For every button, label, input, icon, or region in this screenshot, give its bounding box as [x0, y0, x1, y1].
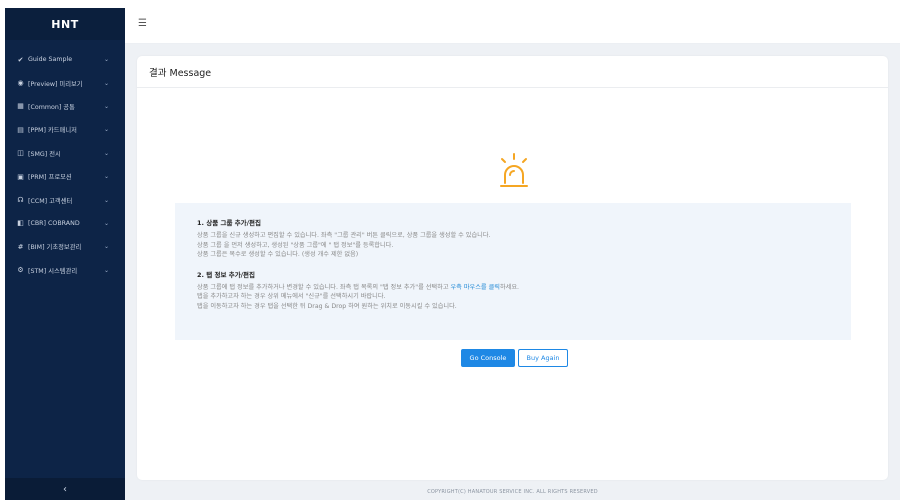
chevron-down-icon: ⌄	[103, 102, 109, 110]
chevron-down-icon: ⌄	[103, 243, 109, 251]
cobrand-icon: ◧	[17, 219, 24, 228]
sidebar-item-label: [STM] 시스템관리	[28, 267, 78, 275]
action-buttons: Go Console Buy Again	[461, 349, 568, 367]
section-title: 1. 상품 그룹 추가/편집	[197, 219, 261, 227]
sidebar-item-label: Guide Sample	[28, 56, 73, 64]
info-line: 상품 그룹은 복수로 생성할 수 있습니다. (생성 개수 제한 없음)	[197, 251, 359, 258]
sidebar-item-label: [SMG] 전시	[28, 150, 61, 158]
grid-icon: ▦	[17, 102, 24, 111]
check-icon: ✔	[17, 55, 24, 64]
sidebar-item-cbr[interactable]: ◧ [CBR] COBRAND ⌄	[5, 212, 125, 235]
sidebar-item-smg[interactable]: ◫ [SMG] 전시 ⌄	[5, 142, 125, 165]
buy-again-button[interactable]: Buy Again	[518, 349, 568, 367]
page-title: 결과 Message	[137, 56, 888, 88]
sidebar-item-label: [CCM] 고객센터	[28, 197, 73, 205]
menu-toggle-icon[interactable]: ☰	[138, 18, 147, 29]
result-card: 결과 Message 1. 상품 그룹 추가/편집 상품 그룹을 신규 생성하고…	[137, 56, 888, 480]
card-icon: ▤	[17, 125, 24, 134]
info-line: 상품 그룹에 탭 정보를 추가하거나 변경할 수 있습니다. 좌측 탭 목록의 …	[197, 283, 851, 293]
sidebar-item-common[interactable]: ▦ [Common] 공통 ⌄	[5, 95, 125, 118]
go-console-button[interactable]: Go Console	[461, 349, 515, 367]
info-line: 탭을 이동하고자 하는 경우 탭을 선택한 뒤 Drag & Drop 하여 원…	[197, 302, 457, 310]
info-text: 상품 그룹에 탭 정보를 추가하거나 변경할 수 있습니다. 좌측 탭 목록의 …	[197, 283, 451, 291]
footer-copyright: COPYRIGHT(C) HANATOUR SERVICE INC. ALL R…	[427, 489, 598, 495]
sidebar-item-ppm[interactable]: ▤ [PPM] 카드매니저 ⌄	[5, 118, 125, 141]
chevron-down-icon: ⌄	[103, 219, 109, 227]
sidebar-collapse-button[interactable]: ‹	[5, 478, 125, 500]
sidebar-item-prm[interactable]: ▣ [PRM] 프로모션 ⌄	[5, 165, 125, 188]
chevron-down-icon: ⌄	[103, 56, 109, 64]
alarm-siren-icon	[500, 153, 528, 187]
sidebar-menu: ✔ Guide Sample ⌄ ◉ [Preview] 미리보기 ⌄ ▦ [C…	[5, 48, 125, 282]
chevron-down-icon: ⌄	[103, 149, 109, 157]
headset-icon: ☊	[17, 196, 24, 205]
highlight-text: 우측 마우스를 클릭	[450, 283, 500, 291]
info-line: 상품 그룹 을 먼저 생성하고, 생성된 "상품 그룹"에 " 탭 정보"를 등…	[197, 241, 394, 249]
sidebar-item-label: [Common] 공통	[28, 103, 75, 111]
sidebar-item-guide-sample[interactable]: ✔ Guide Sample ⌄	[5, 48, 125, 71]
chevron-left-icon: ‹	[63, 483, 67, 495]
info-line: 탭을 추가하고자 하는 경우 상위 메뉴에서 "신규"를 선택하시기 바랍니다.	[197, 293, 386, 300]
chevron-down-icon: ⌄	[103, 126, 109, 134]
section-title: 2. 탭 정보 추가/편집	[197, 270, 256, 279]
eye-icon: ◉	[17, 79, 24, 88]
sidebar-item-label: [CBR] COBRAND	[28, 219, 80, 227]
chevron-down-icon: ⌄	[103, 196, 109, 204]
chevron-down-icon: ⌄	[103, 79, 109, 87]
display-icon: ◫	[17, 149, 24, 158]
gift-icon: ▣	[17, 172, 24, 181]
gear-icon: ⚙	[17, 266, 24, 275]
sidebar-item-stm[interactable]: ⚙ [STM] 시스템관리 ⌄	[5, 259, 125, 282]
sidebar: HNT ✔ Guide Sample ⌄ ◉ [Preview] 미리보기 ⌄ …	[5, 8, 125, 500]
sidebar-item-bim[interactable]: # [BIM] 기초정보관리 ⌄	[5, 235, 125, 258]
info-line: 상품 그룹을 신규 생성하고 편집할 수 있습니다. 좌측 "그룹 관리" 버튼…	[197, 232, 491, 239]
sidebar-item-label: [PRM] 프로모션	[28, 174, 72, 182]
top-header: ☰	[125, 8, 900, 44]
sidebar-item-label: [Preview] 미리보기	[28, 80, 83, 88]
sidebar-item-ccm[interactable]: ☊ [CCM] 고객센터 ⌄	[5, 188, 125, 211]
info-text: 하세요.	[499, 283, 520, 291]
sidebar-item-label: [BIM] 기초정보관리	[28, 244, 82, 252]
chevron-down-icon: ⌄	[103, 173, 109, 181]
info-box: 1. 상품 그룹 추가/편집 상품 그룹을 신규 생성하고 편집할 수 있습니다…	[175, 203, 851, 340]
chevron-down-icon: ⌄	[103, 266, 109, 274]
sidebar-item-preview[interactable]: ◉ [Preview] 미리보기 ⌄	[5, 71, 125, 94]
sidebar-item-label: [PPM] 카드매니저	[28, 127, 77, 135]
hash-icon: #	[17, 242, 24, 251]
brand-logo[interactable]: HNT	[5, 8, 125, 40]
